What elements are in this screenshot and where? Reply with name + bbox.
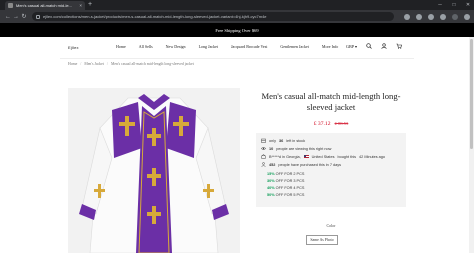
scrollbar-thumb[interactable] (470, 39, 473, 149)
address-bar[interactable]: ejllex.com/collections/men-s-jacket/prod… (32, 12, 394, 21)
stock-count: 36 (278, 138, 284, 143)
site-logo[interactable]: Ejllex (68, 45, 79, 50)
menu-item-all-sells[interactable]: All Sells (139, 44, 153, 49)
original-price: £ 88.53 (334, 121, 349, 126)
product-image[interactable] (68, 88, 240, 253)
breadcrumb-separator: / (80, 62, 82, 66)
offer-text: OFF FOR 2 PCS (275, 172, 305, 176)
maximize-button[interactable]: □ (451, 2, 457, 8)
product-title: Men's casual all-match mid-length long-s… (261, 91, 401, 112)
offer-pct: 15% (267, 172, 275, 176)
main-menu: Home All Sells New Design Long Jacket Ja… (116, 44, 351, 49)
box-icon (261, 138, 266, 143)
browser-toolbar: ← → ↻ ejllex.com/collections/men-s-jacke… (0, 10, 474, 23)
announcement-bar: Free Shipping Over $69 (0, 23, 474, 37)
bookmark-icon[interactable] (404, 13, 410, 20)
offer-item: 40% OFF FOR 4 PCS (267, 186, 304, 190)
offer-text: OFF FOR 4 PCS (275, 186, 305, 190)
lock-icon (36, 14, 40, 19)
recent-time: 42 Minutes ago (359, 154, 386, 159)
us-flag-icon (303, 155, 309, 158)
offer-text: OFF FOR 5 PCS (275, 193, 305, 197)
recent-country: United States (311, 154, 335, 159)
breadcrumb: Home / Men's Jacket / Men's casual all-m… (68, 62, 194, 66)
profile-avatar[interactable] (452, 13, 458, 20)
menu-item-new-design[interactable]: New Design (166, 44, 186, 49)
recent-buy-row: B*****d in Georgia, United States bought… (261, 154, 385, 159)
offer-item: 15% OFF FOR 2 PCS (267, 172, 304, 176)
stock-pre: only (269, 138, 276, 143)
color-option-same-as-photo[interactable]: Same As Photo (306, 235, 338, 245)
bought-text: people have purchased this in 7 days (278, 162, 342, 167)
close-window-button[interactable]: ✕ (465, 2, 471, 8)
reload-button[interactable]: ↻ (20, 13, 28, 20)
favicon-icon (8, 3, 13, 8)
browser-tabbar: Men's casual all-match mid-le... × + ─ □… (0, 0, 474, 10)
menu-item-more-info[interactable]: More Info (322, 44, 338, 49)
viewers-row: 10 people are viewing this right now (261, 146, 331, 151)
sale-price: £ 37.12 (313, 121, 331, 127)
cart-icon[interactable] (396, 43, 403, 49)
breadcrumb-home[interactable]: Home (68, 62, 77, 66)
minimize-button[interactable]: ─ (437, 2, 443, 8)
bag-icon (261, 154, 266, 159)
download-icon[interactable] (428, 13, 434, 20)
offer-item: 50% OFF FOR 5 PCS (267, 193, 304, 197)
offer-pct: 40% (267, 186, 275, 190)
url-text: ejllex.com/collections/men-s-jacket/prod… (43, 14, 267, 19)
currency-selector[interactable]: GBP ▾ (346, 44, 357, 49)
extension-icon[interactable] (416, 13, 422, 20)
header-actions: GBP ▾ (346, 43, 403, 49)
recent-text: bought this (337, 154, 357, 159)
color-label: Color (326, 223, 336, 228)
forward-button[interactable]: → (12, 14, 20, 20)
kebab-menu-icon[interactable] (464, 13, 470, 20)
offer-item: 30% OFF FOR 3 PCS (267, 179, 304, 183)
site-header: Ejllex Home All Sells New Design Long Ja… (0, 37, 474, 57)
page-scrollbar[interactable] (469, 37, 474, 253)
window-controls: ─ □ ✕ (437, 0, 471, 10)
new-tab-button[interactable]: + (88, 1, 92, 9)
back-button[interactable]: ← (4, 14, 12, 20)
price-block: £ 37.12 £ 88.53 (250, 121, 412, 127)
eye-icon (261, 147, 266, 150)
menu-item-long-jacket[interactable]: Long Jacket (199, 44, 218, 49)
breadcrumb-category[interactable]: Men's Jacket (84, 62, 104, 66)
stock-row: only 36 left in stock (261, 138, 305, 143)
person-icon (261, 162, 266, 167)
stock-post: left in stock (286, 138, 306, 143)
tab-title: Men's casual all-match mid-le... (16, 3, 72, 8)
breadcrumb-separator: / (106, 62, 108, 66)
menu-item-home[interactable]: Home (116, 44, 126, 49)
promo-box: only 36 left in stock 10 people are view… (256, 133, 406, 207)
viewers-text: people are viewing this right now (276, 146, 332, 151)
bought-row: 452 people have purchased this in 7 days (261, 162, 341, 167)
offer-pct: 30% (267, 179, 275, 183)
puzzle-icon[interactable] (440, 13, 446, 20)
menu-item-jacquard-vest[interactable]: Jacquard Brocade Vest (231, 44, 267, 49)
viewers-count: 10 (269, 146, 274, 151)
menu-item-gentlemen-jacket[interactable]: Gentlemen Jacket (280, 44, 309, 49)
recent-buyer: B*****d in Georgia, (269, 154, 301, 159)
user-icon[interactable] (381, 43, 387, 49)
header-divider (60, 58, 414, 59)
search-icon[interactable] (366, 43, 372, 49)
offer-pct: 50% (267, 193, 275, 197)
tab-close-icon[interactable]: × (79, 3, 82, 8)
offer-text: OFF FOR 3 PCS (275, 179, 305, 183)
breadcrumb-current: Men's casual all-match mid-length long-s… (110, 62, 194, 66)
extensions-area (404, 13, 470, 20)
bought-count: 452 (269, 162, 276, 167)
browser-tab[interactable]: Men's casual all-match mid-le... × (5, 1, 85, 10)
